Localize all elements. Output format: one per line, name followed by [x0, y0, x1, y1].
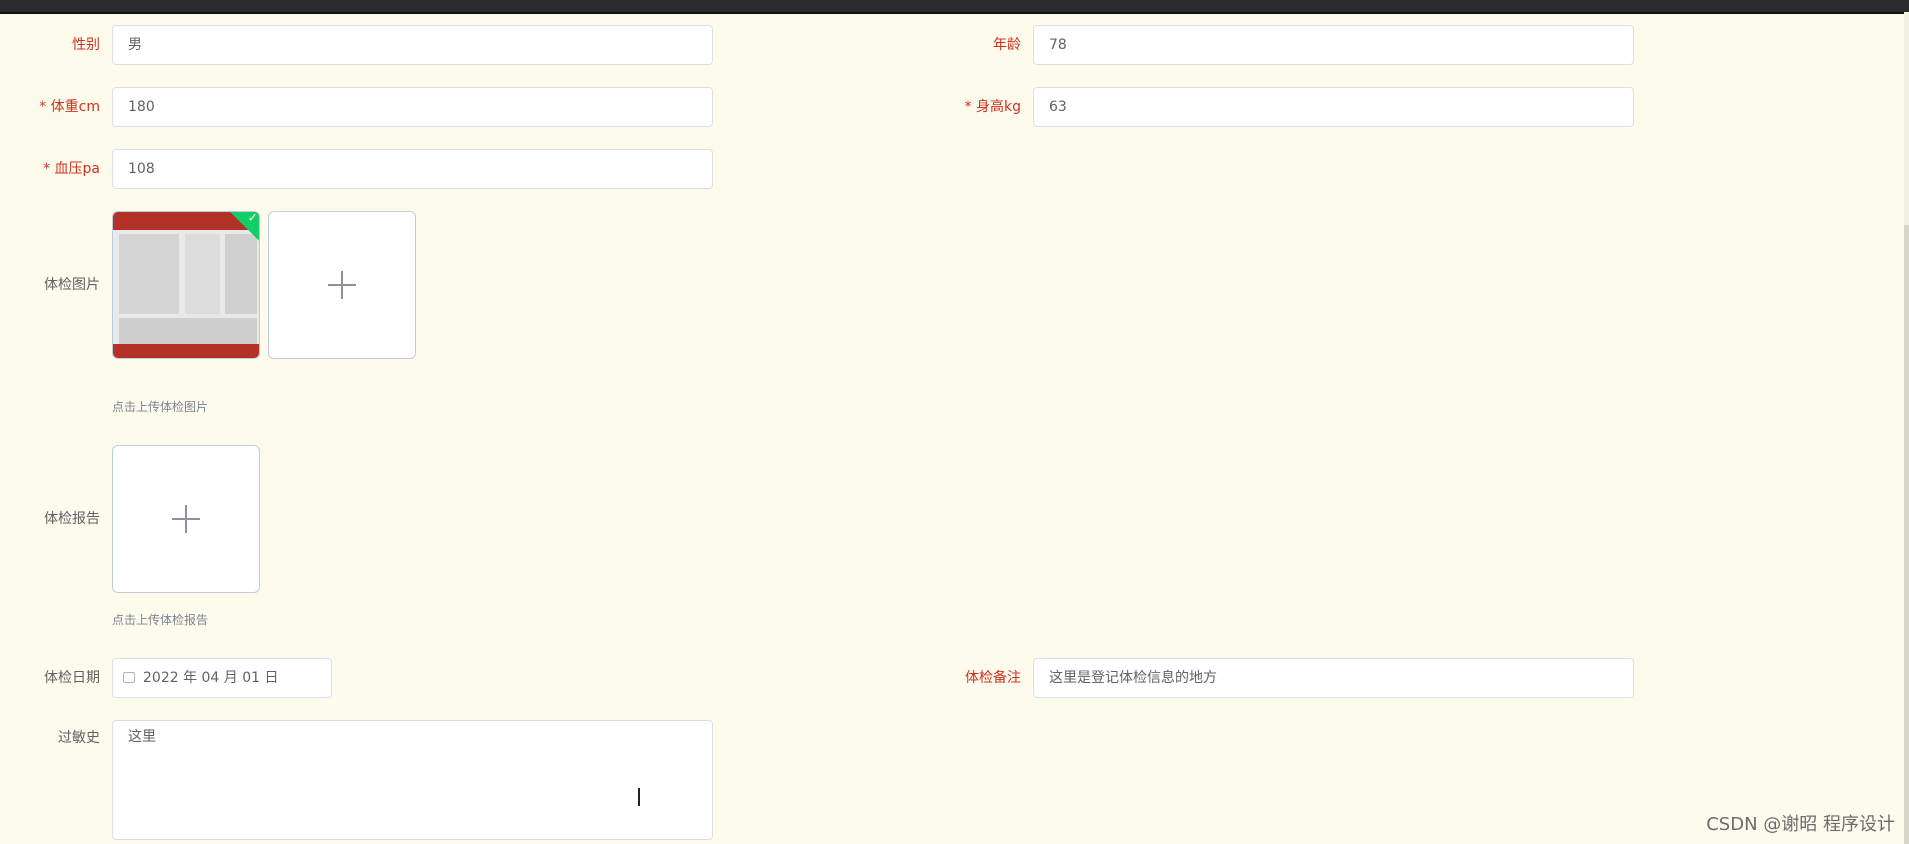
exam-image-thumbnail[interactable]: ✓	[112, 211, 260, 359]
exam-note-label: 体检备注	[965, 670, 1021, 686]
exam-image-upload-button[interactable]	[268, 211, 416, 359]
scrollbar-thumb[interactable]	[1904, 225, 1909, 844]
age-input[interactable]: 78	[1033, 25, 1634, 65]
thumbnail-block	[225, 234, 257, 314]
exam-image-hint: 点击上传体检图片	[112, 400, 209, 414]
text-cursor-icon	[638, 788, 648, 806]
exam-date-label: 体检日期	[44, 670, 100, 686]
exam-date-value: 2022 年 04 月 01 日	[143, 670, 279, 686]
exam-note-input[interactable]: 这里是登记体检信息的地方	[1033, 658, 1634, 698]
weight-input[interactable]: 180	[112, 87, 713, 127]
thumbnail-block	[119, 318, 257, 344]
weight-label: * 体重cm	[39, 99, 100, 115]
gender-label: 性别	[72, 37, 100, 53]
top-bar	[0, 0, 1909, 14]
thumbnail-block	[119, 234, 179, 314]
thumbnail-block	[185, 234, 220, 314]
thumbnail-footer	[113, 344, 259, 358]
plus-icon	[328, 271, 356, 299]
exam-date-picker[interactable]: 2022 年 04 月 01 日	[112, 658, 332, 698]
height-input[interactable]: 63	[1033, 87, 1634, 127]
exam-report-label: 体检报告	[44, 511, 100, 527]
calendar-icon	[123, 672, 135, 683]
exam-image-label: 体检图片	[44, 277, 100, 293]
exam-report-hint: 点击上传体检报告	[112, 613, 209, 627]
blood-pressure-label: * 血压pa	[43, 161, 100, 177]
allergy-label: 过敏史	[58, 730, 100, 746]
exam-report-upload-button[interactable]	[112, 445, 260, 593]
watermark: CSDN @谢昭 程序设计	[1706, 814, 1895, 835]
blood-pressure-input[interactable]: 108	[112, 149, 713, 189]
check-icon: ✓	[247, 211, 258, 225]
height-label: * 身高kg	[964, 99, 1021, 115]
allergy-textarea[interactable]: 这里	[112, 720, 713, 840]
plus-icon	[172, 505, 200, 533]
age-label: 年龄	[993, 37, 1021, 53]
gender-input[interactable]: 男	[112, 25, 713, 65]
